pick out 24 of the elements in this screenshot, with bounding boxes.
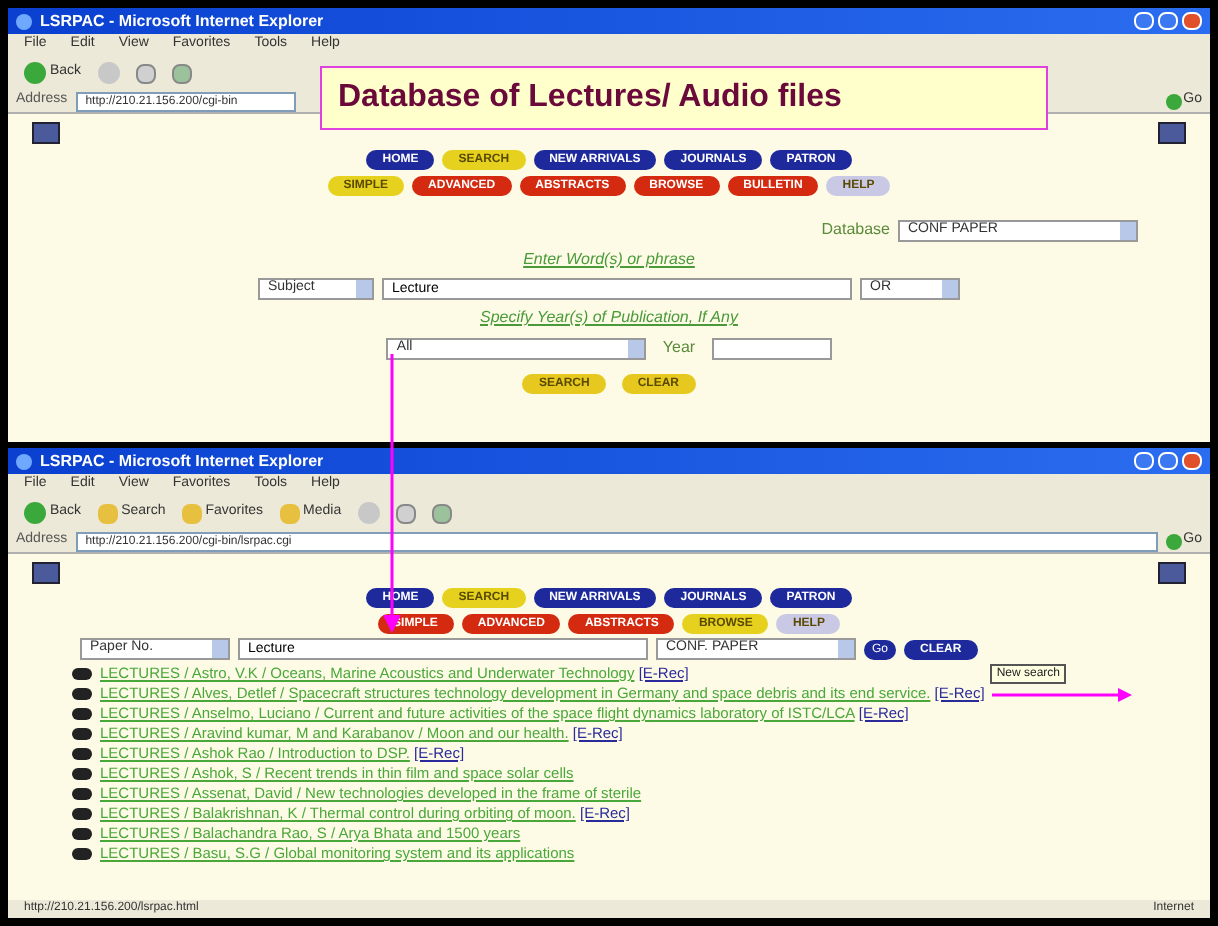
minimize-button[interactable] [1134,12,1154,30]
logo-icon [1158,562,1186,584]
logo-icon [1158,122,1186,144]
annotation-arrow [992,688,1133,702]
browser-icon [16,453,32,469]
browser-icon [16,13,32,29]
database-label: Database [821,218,890,242]
toolbar-icon [279,503,300,523]
logo-icon [32,122,60,144]
minimize-button[interactable] [1134,452,1154,470]
window-title: LSRPAC - Microsoft Internet Explorer [40,9,324,33]
toolbar-icon [181,503,202,523]
year-input[interactable] [711,337,832,359]
maximize-button[interactable] [1158,12,1178,30]
maximize-button[interactable] [1158,452,1178,470]
year-label: Year [662,336,696,360]
year-prompt: Specify Year(s) of Publication, If Any [480,306,738,330]
search-prompt: Enter Word(s) or phrase [523,248,695,272]
close-button[interactable] [1182,12,1202,30]
toolbar-icon [97,503,118,523]
window-title: LSRPAC - Microsoft Internet Explorer [40,449,324,473]
logo-icon [32,562,60,584]
title-callout: Database of Lectures/ Audio files [320,66,1048,130]
close-button[interactable] [1182,452,1202,470]
